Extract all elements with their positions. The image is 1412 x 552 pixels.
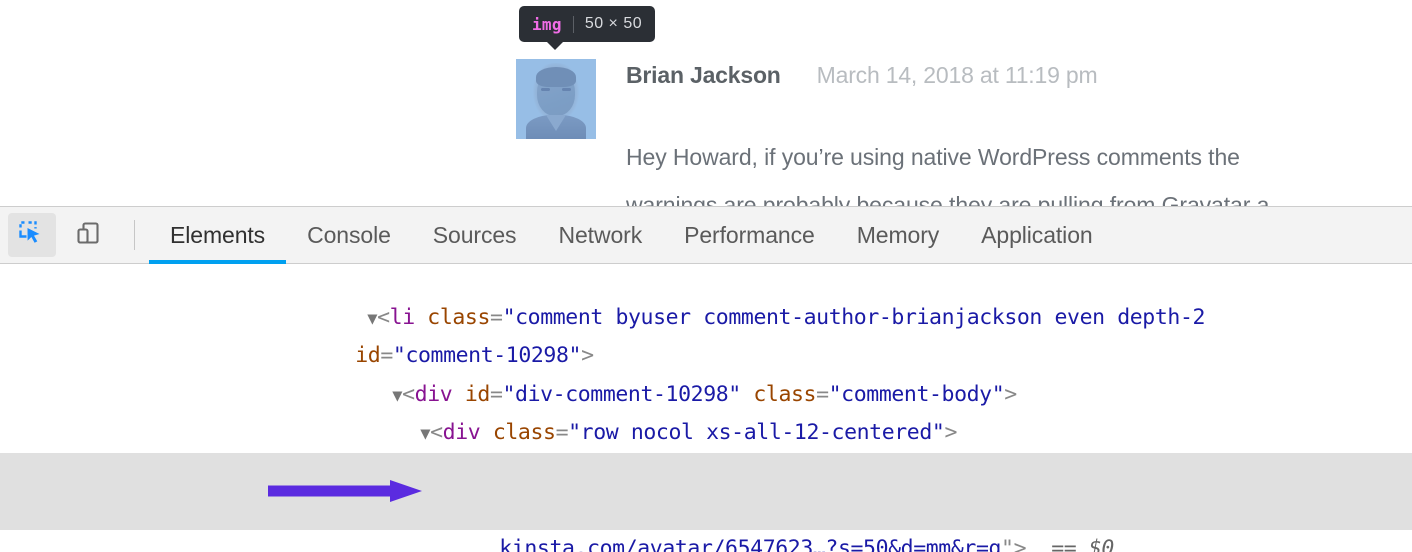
tab-sources[interactable]: Sources	[412, 207, 538, 264]
tab-network[interactable]: Network	[537, 207, 663, 264]
dom-tree[interactable]: ••• ▼<li class="comment byuser comment-a…	[0, 264, 1412, 552]
badge-tag-name: img	[532, 14, 562, 34]
tab-application[interactable]: Application	[960, 207, 1113, 264]
dom-row[interactable]: ▼<li class="comment byuser comment-autho…	[0, 264, 1412, 330]
badge-dimensions: 50 × 50	[584, 15, 643, 32]
device-toolbar-icon	[73, 218, 103, 253]
dom-row-selected[interactable]: <img alt="Gravatar for this comment's au…	[0, 452, 1412, 522]
avatar-hair	[536, 67, 576, 87]
dom-row-continuation[interactable]: id="comment-10298">	[0, 299, 1412, 368]
comment-header: Brian Jackson March 14, 2018 at 11:19 pm	[626, 62, 1098, 89]
comment-body-text: Hey Howard, if you’re using native WordP…	[626, 133, 1412, 206]
tab-console[interactable]: Console	[286, 207, 412, 264]
comment-body-line-2: warnings are probably because they are p…	[626, 192, 1270, 206]
inspect-element-button[interactable]	[8, 213, 56, 257]
devtools-toolbar: Elements Console Sources Network Perform…	[0, 207, 1412, 264]
comment-date: March 14, 2018 at 11:19 pm	[816, 62, 1098, 88]
element-highlight-badge: img 50 × 50	[519, 6, 656, 42]
devtools-panel: Elements Console Sources Network Perform…	[0, 206, 1412, 552]
dom-row[interactable]: </div>	[0, 530, 1412, 552]
toolbar-divider	[134, 220, 135, 250]
badge-pointer-arrow	[546, 41, 564, 50]
webpage-viewport: img 50 × 50 Brian Jackson March 14, 2018…	[0, 0, 1412, 206]
tab-performance[interactable]: Performance	[663, 207, 836, 264]
device-toolbar-button[interactable]	[64, 213, 112, 257]
dom-row[interactable]: ▼<div class="row nocol xs-all-12-centere…	[0, 376, 1412, 445]
tab-memory[interactable]: Memory	[836, 207, 960, 264]
tab-elements[interactable]: Elements	[149, 207, 287, 264]
avatar-eye-left	[541, 88, 550, 91]
comment-body-line-1: Hey Howard, if you’re using native WordP…	[626, 144, 1240, 170]
avatar[interactable]	[516, 59, 596, 139]
dom-row[interactable]: ▼<div class="avatar--round mr--20">	[0, 414, 1412, 484]
badge-divider	[572, 15, 574, 33]
dom-row[interactable]: ▼<div id="div-comment-10298" class="comm…	[0, 337, 1412, 407]
comment-author: Brian Jackson	[626, 62, 781, 88]
dom-row-selected-continuation[interactable]: kinsta.com/avatar/6547623…?s=50&d=mm&r=g…	[0, 491, 1412, 552]
inspect-element-icon	[17, 218, 47, 253]
avatar-eye-right	[562, 88, 571, 91]
